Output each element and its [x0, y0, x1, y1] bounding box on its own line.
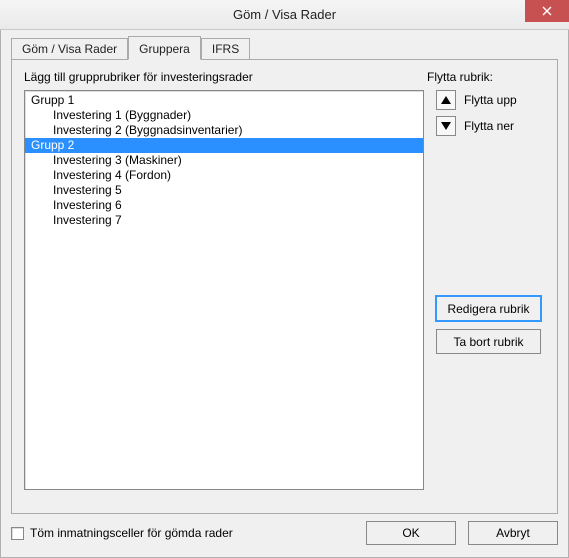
panel-header-row: Lägg till grupprubriker för investerings…: [24, 70, 545, 84]
triangle-up-icon: [441, 96, 451, 104]
group-listbox[interactable]: Grupp 1Investering 1 (Byggnader)Invester…: [24, 90, 424, 490]
dialog-body: Göm / Visa Rader Gruppera IFRS Lägg till…: [0, 30, 569, 558]
panel-heading: Lägg till grupprubriker för investerings…: [24, 70, 253, 84]
clear-cells-checkbox[interactable]: Töm inmatningsceller för gömda rader: [11, 526, 233, 540]
move-down-label: Flytta ner: [464, 119, 514, 133]
close-button[interactable]: [525, 0, 569, 22]
edit-heading-button[interactable]: Redigera rubrik: [436, 296, 541, 321]
tab-hide-show-rows[interactable]: Göm / Visa Rader: [11, 38, 128, 60]
list-item[interactable]: Investering 3 (Maskiner): [25, 153, 423, 168]
list-item[interactable]: Grupp 1: [25, 93, 423, 108]
list-item[interactable]: Investering 2 (Byggnadsinventarier): [25, 123, 423, 138]
tab-ifrs[interactable]: IFRS: [201, 38, 250, 60]
side-column: Flytta upp Flytta ner Redigera rubrik Ta…: [436, 90, 545, 490]
tabstrip: Göm / Visa Rader Gruppera IFRS: [11, 38, 558, 60]
delete-heading-button[interactable]: Ta bort rubrik: [436, 329, 541, 354]
ok-button[interactable]: OK: [366, 521, 456, 545]
triangle-down-icon: [441, 122, 451, 130]
tab-panel-group: Lägg till grupprubriker för investerings…: [11, 59, 558, 514]
window-title: Göm / Visa Rader: [233, 7, 336, 22]
list-item[interactable]: Investering 1 (Byggnader): [25, 108, 423, 123]
checkbox-label: Töm inmatningsceller för gömda rader: [30, 526, 233, 540]
list-item[interactable]: Investering 4 (Fordon): [25, 168, 423, 183]
tab-group[interactable]: Gruppera: [128, 36, 201, 60]
list-item[interactable]: Investering 7: [25, 213, 423, 228]
titlebar: Göm / Visa Rader: [0, 0, 569, 30]
checkbox-box: [11, 527, 24, 540]
list-item[interactable]: Investering 5: [25, 183, 423, 198]
cancel-button[interactable]: Avbryt: [468, 521, 558, 545]
close-icon: [542, 6, 552, 16]
list-item[interactable]: Investering 6: [25, 198, 423, 213]
move-down-button[interactable]: [436, 116, 456, 136]
dialog-footer: Töm inmatningsceller för gömda rader OK …: [11, 521, 558, 545]
move-up-label: Flytta upp: [464, 93, 517, 107]
move-header-label: Flytta rubrik:: [427, 70, 545, 84]
list-item[interactable]: Grupp 2: [25, 138, 423, 153]
move-up-button[interactable]: [436, 90, 456, 110]
